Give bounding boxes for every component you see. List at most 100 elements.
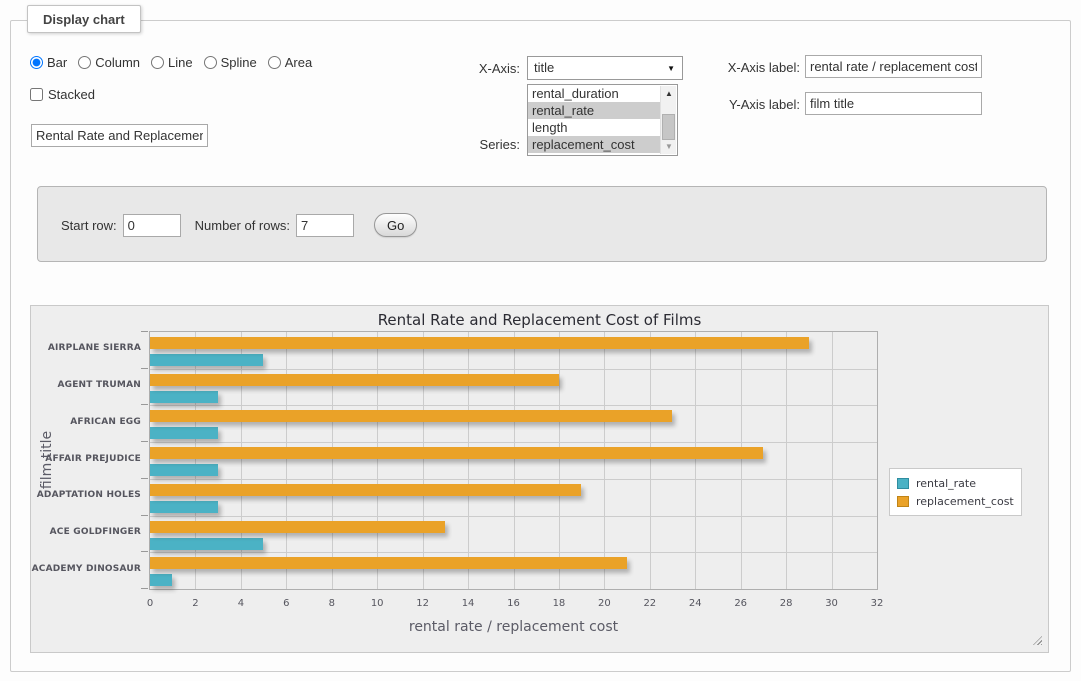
x-tick-label: 16 [507,598,520,609]
x-tick-label: 20 [598,598,611,609]
chart-legend: rental_rate replacement_cost [889,468,1022,516]
grid-line-vertical [650,332,651,589]
y-category-label: ACADEMY DINOSAUR [31,564,141,574]
y-axis-tick [141,515,148,516]
grid-line-horizontal [150,405,877,406]
grid-line-vertical [332,332,333,589]
grid-line-horizontal [150,552,877,553]
x-axis-select[interactable]: title ▼ [527,56,683,80]
y-axis-tick [141,441,148,442]
legend-row: rental_rate [897,474,1014,492]
scroll-down-icon[interactable]: ▼ [661,139,677,154]
grid-line-vertical [514,332,515,589]
bar-rental_rate [150,501,218,513]
y-axis-label-input[interactable] [805,92,982,115]
bar-rental_rate [150,538,263,550]
y-category-label: ACE GOLDFINGER [31,527,141,537]
series-option-length[interactable]: length [528,119,661,136]
bar-replacement_cost [150,447,763,459]
y-axis-tick [141,368,148,369]
grid-line-horizontal [150,516,877,517]
bar-rental_rate [150,464,218,476]
grid-line-vertical [786,332,787,589]
chevron-down-icon: ▼ [667,64,675,73]
grid-line-horizontal [150,442,877,443]
bar-rental_rate [150,574,172,586]
grid-line-vertical [423,332,424,589]
series-scrollbar[interactable]: ▲ ▼ [660,86,676,154]
x-tick-label: 14 [462,598,475,609]
bar-rental_rate [150,391,218,403]
x-tick-label: 28 [780,598,793,609]
grid-line-horizontal [150,479,877,480]
chart-type-option-line: Line [151,55,193,70]
chart-type-option-spline: Spline [204,55,257,70]
grid-line-vertical [468,332,469,589]
grid-line-vertical [559,332,560,589]
chart-title-input[interactable] [31,124,208,147]
bar-replacement_cost [150,337,809,349]
chart-type-radio-line[interactable] [151,56,164,69]
bar-replacement_cost [150,484,581,496]
scrollbar-thumb[interactable] [662,114,675,140]
grid-line-vertical [832,332,833,589]
x-tick-label: 18 [553,598,566,609]
legend-row: replacement_cost [897,492,1014,510]
chart-title: Rental Rate and Replacement Cost of Film… [31,311,1048,329]
grid-line-vertical [695,332,696,589]
x-tick-label: 0 [147,598,153,609]
scroll-up-icon[interactable]: ▲ [661,86,677,101]
series-multiselect[interactable]: rental_durationrental_ratelengthreplacem… [527,84,678,156]
x-tick-label: 4 [238,598,244,609]
legend-label: rental_rate [916,477,976,490]
x-tick-label: 10 [371,598,384,609]
chart-type-radio-area[interactable] [268,56,281,69]
bar-rental_rate [150,354,263,366]
fieldset-legend: Display chart [27,5,141,33]
resize-handle-icon[interactable] [1033,636,1042,645]
bar-replacement_cost [150,410,672,422]
y-category-label: AIRPLANE SIERRA [31,343,141,353]
num-rows-label: Number of rows: [195,218,290,233]
start-row-input[interactable] [123,214,181,237]
chart-type-radio-group: BarColumnLineSplineArea [30,55,312,70]
num-rows-input[interactable] [296,214,354,237]
chart-type-option-column: Column [78,55,140,70]
series-option-rental_duration[interactable]: rental_duration [528,85,661,102]
x-tick-label: 30 [825,598,838,609]
y-category-label: AFRICAN EGG [31,417,141,427]
start-row-label: Start row: [61,218,117,233]
grid-line-vertical [241,332,242,589]
x-axis-label-label: X-Axis label: [700,60,800,75]
chart-type-radio-spline[interactable] [204,56,217,69]
x-tick-label: 12 [416,598,429,609]
y-axis-tick [141,478,148,479]
series-option-replacement_cost[interactable]: replacement_cost [528,136,661,153]
page: Display chart BarColumnLineSplineArea St… [0,0,1081,681]
x-tick-label: 22 [643,598,656,609]
bar-replacement_cost [150,374,559,386]
bar-replacement_cost [150,557,627,569]
chart-type-radio-column[interactable] [78,56,91,69]
y-axis-title: film title [39,431,55,489]
series-select-label: Series: [420,137,520,152]
y-axis-tick [141,588,148,589]
x-tick-label: 8 [329,598,335,609]
chart-type-option-area: Area [268,55,312,70]
grid-line-vertical [604,332,605,589]
grid-line-horizontal [150,369,877,370]
x-axis-label-input[interactable] [805,55,982,78]
series-option-rental_rate[interactable]: rental_rate [528,102,661,119]
y-category-label: ADAPTATION HOLES [31,490,141,500]
go-button[interactable]: Go [374,213,417,237]
x-axis-select-label: X-Axis: [420,61,520,76]
grid-line-vertical [195,332,196,589]
chart-type-label: Area [285,55,312,70]
stacked-checkbox[interactable] [30,88,43,101]
x-axis-selected-value: title [534,60,554,75]
y-category-label: AGENT TRUMAN [31,380,141,390]
chart-type-radio-bar[interactable] [30,56,43,69]
y-axis-tick [141,331,148,332]
grid-line-vertical [286,332,287,589]
legend-swatch-rental_rate [897,478,909,489]
